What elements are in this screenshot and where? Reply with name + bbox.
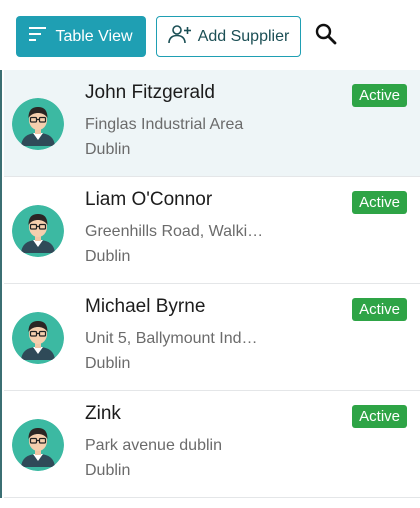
status-badge: Active <box>352 84 407 107</box>
supplier-city: Dublin <box>85 141 131 158</box>
left-edge-bar <box>0 0 2 508</box>
supplier-address: Greenhills Road, Walkinstown <box>85 223 265 240</box>
supplier-city: Dublin <box>85 355 131 372</box>
status-badge: Active <box>352 298 407 321</box>
table-view-label: Table View <box>55 27 133 45</box>
add-supplier-label: Add Supplier <box>197 27 290 45</box>
status-badge: Active <box>352 191 407 214</box>
list-item[interactable]: Michael Byrne Unit 5, Ballymount Industr… <box>4 284 420 391</box>
table-view-button[interactable]: Table View <box>16 16 146 57</box>
next-row-edge <box>0 498 420 508</box>
sort-lines-icon <box>29 27 47 46</box>
supplier-address: Finglas Industrial Area <box>85 116 244 133</box>
supplier-name: Zink <box>85 403 121 424</box>
add-supplier-button[interactable]: Add Supplier <box>156 16 301 57</box>
supplier-list: John Fitzgerald Finglas Industrial Area … <box>4 70 420 498</box>
add-person-icon <box>167 24 192 49</box>
search-button[interactable] <box>310 20 342 52</box>
supplier-address: Park avenue dublin <box>85 437 222 454</box>
toolbar: Table View Add Supplier <box>0 0 420 70</box>
supplier-name: Michael Byrne <box>85 296 206 317</box>
list-item[interactable]: Liam O'Connor Greenhills Road, Walkinsto… <box>4 177 420 284</box>
avatar <box>12 205 64 257</box>
status-badge: Active <box>352 405 407 428</box>
search-icon <box>314 22 338 51</box>
list-item[interactable]: Zink Park avenue dublin Dublin Active <box>4 391 420 498</box>
avatar <box>12 419 64 471</box>
supplier-address: Unit 5, Ballymount Industrial Estate <box>85 330 265 347</box>
supplier-city: Dublin <box>85 248 131 265</box>
supplier-name: John Fitzgerald <box>85 82 215 103</box>
supplier-city: Dublin <box>85 462 131 479</box>
list-item[interactable]: John Fitzgerald Finglas Industrial Area … <box>4 70 420 177</box>
supplier-name: Liam O'Connor <box>85 189 213 210</box>
avatar <box>12 98 64 150</box>
avatar <box>12 312 64 364</box>
